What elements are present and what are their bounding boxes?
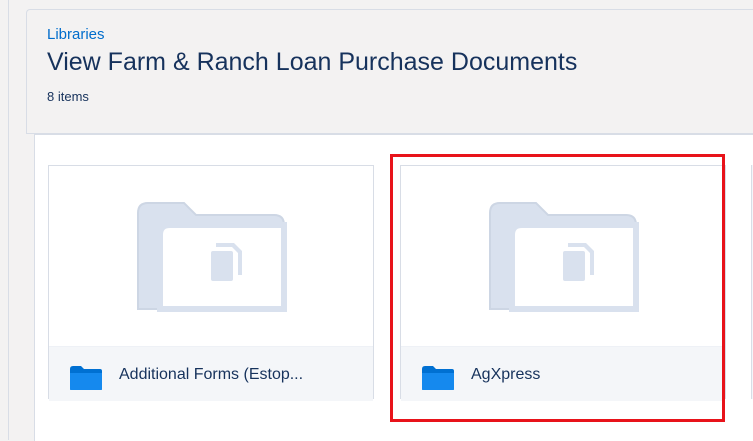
page-title: View Farm & Ranch Loan Purchase Document… xyxy=(47,48,578,76)
library-card[interactable]: AgXpress xyxy=(400,165,726,401)
card-footer: AgXpress xyxy=(401,346,725,401)
page-header: Libraries View Farm & Ranch Loan Purchas… xyxy=(26,9,753,134)
card-thumbnail xyxy=(49,166,373,346)
folder-icon xyxy=(70,366,102,390)
item-count: 8 items xyxy=(47,89,89,104)
card-label[interactable]: Additional Forms (Estop... xyxy=(119,366,303,384)
folder-icon xyxy=(422,366,454,390)
library-card[interactable]: Additional Forms (Estop... xyxy=(48,165,374,401)
breadcrumb-libraries[interactable]: Libraries xyxy=(47,26,105,43)
library-grid: Additional Forms (Estop... AgXpress xyxy=(34,134,753,441)
folder-placeholder-icon xyxy=(137,202,287,312)
card-thumbnail xyxy=(401,166,725,346)
card-footer: Additional Forms (Estop... xyxy=(49,346,373,401)
card-label[interactable]: AgXpress xyxy=(471,366,540,384)
folder-placeholder-icon xyxy=(489,202,639,312)
